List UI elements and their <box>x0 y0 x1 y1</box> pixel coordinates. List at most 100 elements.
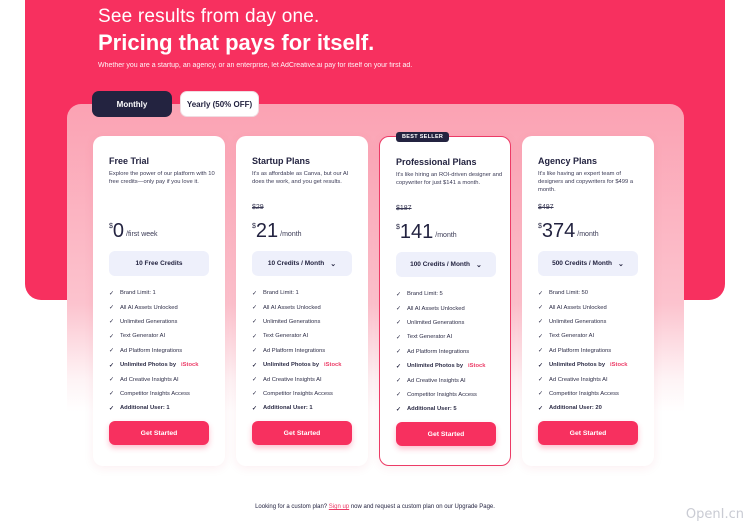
old-price: $29 <box>252 204 264 211</box>
best-seller-badge: BEST SELLER <box>396 132 450 142</box>
price-amount: 21 <box>255 220 279 242</box>
feature-item: ✓ Competitor Insights Access <box>252 387 341 401</box>
get-started-button[interactable]: Get Started <box>252 421 352 445</box>
plan-card: Startup Plans It's as affordable as Canva… <box>236 136 368 466</box>
check-icon: ✓ <box>396 320 402 327</box>
billing-monthly-toggle[interactable]: Monthly <box>92 91 172 117</box>
check-icon: ✓ <box>538 319 544 326</box>
istock-label: iStock <box>468 363 486 370</box>
price-amount: 141 <box>399 221 434 243</box>
feature-text: Unlimited Photos by <box>120 362 177 369</box>
price-period: /first week <box>126 231 158 238</box>
check-icon: ✓ <box>538 333 544 340</box>
feature-text: Ad Platform Integrations <box>263 347 326 354</box>
feature-item: ✓ Ad Platform Integrations <box>396 345 485 359</box>
feature-item: ✓ Unlimited Photos by iStock <box>396 359 485 373</box>
feature-item: ✓ All AI Assets Unlocked <box>396 301 485 315</box>
credits-label: 10 Free Credits <box>109 251 209 276</box>
feature-item: ✓ Brand Limit: 1 <box>252 286 341 300</box>
feature-text: Text Generator AI <box>120 333 166 340</box>
feature-text: Additional User: 5 <box>407 406 457 413</box>
price: $ 0 /first week <box>109 220 158 242</box>
feature-item: ✓ Text Generator AI <box>252 329 341 343</box>
check-icon: ✓ <box>109 348 115 355</box>
get-started-button[interactable]: Get Started <box>538 421 638 445</box>
check-icon: ✓ <box>252 391 258 398</box>
check-icon: ✓ <box>396 291 402 298</box>
feature-item: ✓ Additional User: 1 <box>109 401 198 415</box>
price-period: /month <box>577 231 599 238</box>
sign-up-link[interactable]: Sign up <box>329 504 349 510</box>
feature-text: All AI Assets Unlocked <box>120 304 178 311</box>
check-icon: ✓ <box>252 333 258 340</box>
price: $ 21 /month <box>252 220 302 242</box>
feature-item: ✓ Ad Platform Integrations <box>538 344 627 358</box>
feature-text: Ad Creative Insights AI <box>263 376 322 383</box>
feature-item: ✓ Ad Platform Integrations <box>252 344 341 358</box>
custom-plan-suffix: now and request a custom plan on our Upg… <box>350 504 495 510</box>
plan-name: Startup Plans <box>252 156 311 166</box>
feature-item: ✓ Ad Creative Insights AI <box>109 372 198 386</box>
check-icon: ✓ <box>396 378 402 385</box>
feature-text: Unlimited Photos by <box>549 362 606 369</box>
feature-item: ✓ Brand Limit: 5 <box>396 287 485 301</box>
custom-plan-note: Looking for a custom plan? Sign up now a… <box>0 504 750 510</box>
feature-item: ✓ Brand Limit: 50 <box>538 286 627 300</box>
istock-label: iStock <box>324 362 342 369</box>
watermark: OpenI.cn <box>685 507 744 522</box>
feature-text: Brand Limit: 1 <box>263 290 299 297</box>
hero-headline: Pricing that pays for itself. <box>98 30 375 55</box>
check-icon: ✓ <box>538 362 544 369</box>
feature-item: ✓ Ad Creative Insights AI <box>538 372 627 386</box>
feature-text: Competitor Insights Access <box>407 391 477 398</box>
feature-text: Additional User: 1 <box>263 405 313 412</box>
feature-list: ✓ Brand Limit: 1 ✓ All AI Assets Unlocke… <box>109 286 198 416</box>
get-started-button[interactable]: Get Started <box>109 421 209 445</box>
credits-value: 500 Credits / Month <box>552 260 613 267</box>
chevron-down-icon: ⌄ <box>618 260 624 268</box>
plan-description: It's like having an expert team of desig… <box>538 171 634 193</box>
check-icon: ✓ <box>538 391 544 398</box>
old-price: $187 <box>396 205 412 212</box>
istock-label: iStock <box>181 362 199 369</box>
check-icon: ✓ <box>396 349 402 356</box>
check-icon: ✓ <box>109 405 115 412</box>
check-icon: ✓ <box>252 377 258 384</box>
credits-select[interactable]: 100 Credits / Month ⌄ <box>396 252 496 277</box>
plan-name: Professional Plans <box>396 157 477 167</box>
feature-item: ✓ Text Generator AI <box>396 330 485 344</box>
old-price: $497 <box>538 204 554 211</box>
feature-list: ✓ Brand Limit: 50 ✓ All AI Assets Unlock… <box>538 286 627 416</box>
feature-item: ✓ Ad Creative Insights AI <box>252 372 341 386</box>
chevron-down-icon: ⌄ <box>476 261 482 269</box>
get-started-button[interactable]: Get Started <box>396 422 496 446</box>
chevron-down-icon: ⌄ <box>330 260 337 268</box>
feature-text: All AI Assets Unlocked <box>263 304 321 311</box>
check-icon: ✓ <box>252 362 258 369</box>
price: $ 374 /month <box>538 220 599 242</box>
check-icon: ✓ <box>109 290 115 297</box>
check-icon: ✓ <box>109 362 115 369</box>
feature-item: ✓ Ad Platform Integrations <box>109 344 198 358</box>
feature-text: Brand Limit: 50 <box>549 290 588 297</box>
feature-text: Brand Limit: 5 <box>407 291 443 298</box>
feature-text: Competitor Insights Access <box>263 390 333 397</box>
custom-plan-prefix: Looking for a custom plan? <box>255 504 328 510</box>
feature-item: ✓ Unlimited Photos by iStock <box>109 358 198 372</box>
feature-item: ✓ Unlimited Generations <box>396 316 485 330</box>
plan-card: Free Trial Explore the power of our platf… <box>93 136 225 466</box>
istock-label: iStock <box>610 362 628 369</box>
plan-card: BEST SELLER Professional Plans It's like h… <box>379 132 511 466</box>
billing-yearly-toggle[interactable]: Yearly (50% OFF) <box>180 91 259 117</box>
plan-description: Explore the power of our platform with 1… <box>109 171 215 185</box>
credits-select[interactable]: 500 Credits / Month ⌄ <box>538 251 638 276</box>
feature-item: ✓ Additional User: 5 <box>396 402 485 416</box>
check-icon: ✓ <box>252 290 258 297</box>
feature-text: Competitor Insights Access <box>549 390 619 397</box>
feature-item: ✓ Additional User: 20 <box>538 401 627 415</box>
hero-eyebrow: See results from day one. <box>98 6 320 27</box>
feature-list: ✓ Brand Limit: 5 ✓ All AI Assets Unlocke… <box>396 287 485 417</box>
feature-item: ✓ Competitor Insights Access <box>396 388 485 402</box>
credits-select[interactable]: 10 Credits / Month ⌄ <box>252 251 352 276</box>
price: $ 141 /month <box>396 221 457 243</box>
